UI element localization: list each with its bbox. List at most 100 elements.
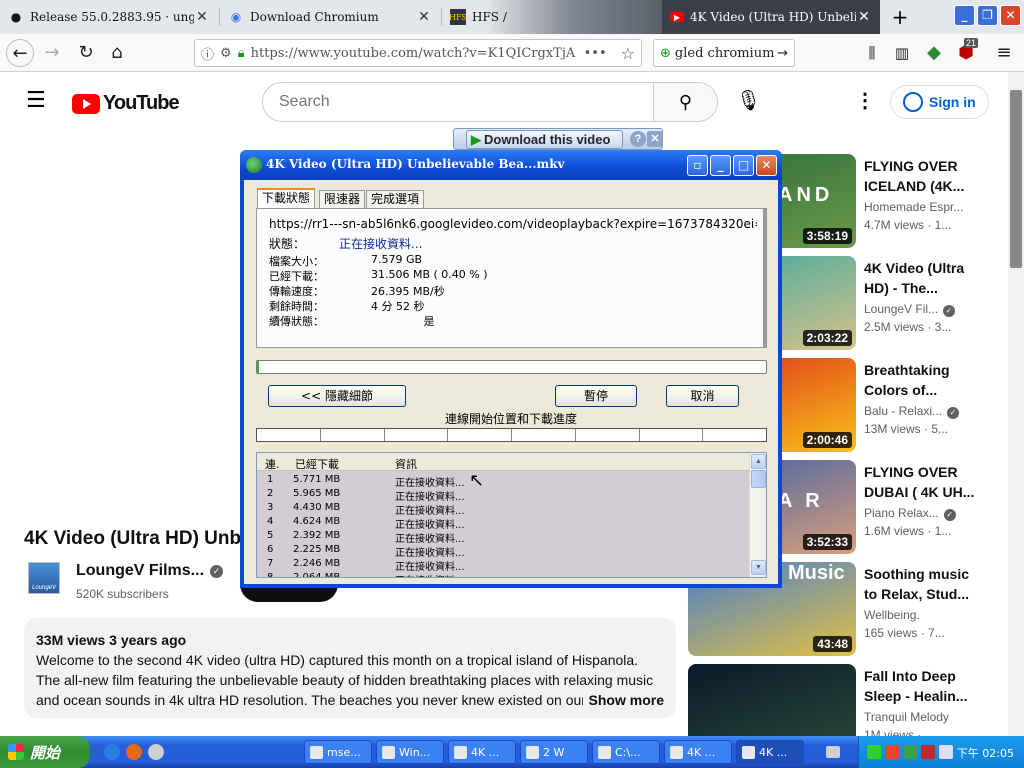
connection-row[interactable]: 3 4.430 MB 正在接收資料... bbox=[257, 501, 750, 517]
connection-row[interactable]: 8 2.064 MB 正在接收資料... bbox=[257, 571, 750, 577]
tab-speed-limiter[interactable]: 限速器 bbox=[319, 190, 366, 208]
sidebar-icon[interactable]: ▥ bbox=[888, 39, 916, 67]
taskbar-task-button[interactable]: 4K ... bbox=[664, 740, 732, 764]
more-options-icon[interactable]: ⋮ bbox=[855, 88, 875, 113]
taskbar-task-button[interactable]: 4K ... bbox=[448, 740, 516, 764]
minimize-button[interactable]: _ bbox=[954, 5, 975, 26]
info-icon[interactable]: ⓘ bbox=[201, 44, 214, 63]
related-video-channel[interactable]: Balu - Relaxi... bbox=[864, 404, 942, 418]
tab-download-status[interactable]: 下載狀態 bbox=[257, 188, 316, 208]
related-video-title[interactable]: 4K Video (Ultra HD) - The... bbox=[864, 258, 976, 298]
connection-row[interactable]: 1 5.771 MB 正在接收資料... bbox=[257, 473, 750, 489]
tab-hfs[interactable]: HFS HFS / bbox=[442, 0, 662, 34]
ie-icon[interactable] bbox=[104, 744, 120, 760]
home-button[interactable]: ⌂ bbox=[103, 39, 131, 67]
scroll-down-arrow-icon[interactable]: ▼ bbox=[751, 560, 766, 575]
tab-completion-options[interactable]: 完成選項 bbox=[366, 190, 425, 208]
search-icon[interactable]: ⚲ bbox=[653, 83, 717, 121]
new-tab-button[interactable]: + bbox=[888, 5, 912, 29]
taskbar-task-button[interactable]: Win... bbox=[376, 740, 444, 764]
connection-row[interactable]: 2 5.965 MB 正在接收資料... bbox=[257, 487, 750, 503]
tray-network-icon[interactable] bbox=[867, 745, 881, 759]
pause-button[interactable]: 暫停 bbox=[555, 385, 637, 407]
related-video-channel[interactable]: Tranquil Melody bbox=[864, 710, 949, 724]
forward-button[interactable]: → bbox=[38, 39, 66, 67]
menu-icon[interactable]: ≡ bbox=[990, 39, 1018, 67]
connection-row[interactable]: 5 2.392 MB 正在接收資料... bbox=[257, 529, 750, 545]
list-scrollbar[interactable]: ▲ ▼ bbox=[749, 453, 766, 577]
list-scroll-thumb[interactable] bbox=[751, 470, 766, 488]
tray-volume-icon[interactable] bbox=[939, 745, 953, 759]
connection-row[interactable]: 7 2.246 MB 正在接收資料... bbox=[257, 557, 750, 573]
related-video-title[interactable]: Breathtaking Colors of... bbox=[864, 360, 976, 400]
back-button[interactable]: ← bbox=[6, 39, 34, 67]
close-window-button[interactable]: ✕ bbox=[1000, 5, 1021, 26]
youtube-search-input[interactable] bbox=[279, 93, 649, 111]
connection-row[interactable]: 4 4.624 MB 正在接收資料... bbox=[257, 515, 750, 531]
close-icon[interactable]: ✕ bbox=[194, 9, 210, 25]
url-text[interactable]: https://www.youtube.com/watch?v=K1QICrgx… bbox=[251, 46, 578, 61]
description-box[interactable]: 33M views 3 years ago Welcome to the sec… bbox=[24, 618, 676, 718]
window-title-bar[interactable]: 4K Video (Ultra HD) Unbelievable Bea...m… bbox=[240, 150, 782, 180]
taskbar-task-button[interactable]: mse... bbox=[304, 740, 372, 764]
more-actions-icon[interactable]: ••• bbox=[584, 46, 607, 61]
restore-button[interactable]: ❐ bbox=[977, 5, 998, 26]
connections-list[interactable]: 連. 已經下載 資訊 1 5.771 MB 正在接收資料... 2 5.965 MB 正在… bbox=[256, 452, 767, 578]
minimize-button[interactable]: _ bbox=[710, 155, 731, 176]
start-button[interactable]: 開始 bbox=[0, 736, 90, 768]
channel-avatar[interactable]: LoungeV bbox=[28, 562, 60, 594]
firefox-icon[interactable] bbox=[126, 744, 142, 760]
reload-button[interactable]: ↻ bbox=[72, 39, 100, 67]
show-more-button[interactable]: Show more bbox=[582, 690, 664, 710]
connection-row[interactable]: 6 2.225 MB 正在接收資料... bbox=[257, 543, 750, 559]
close-button[interactable]: ✕ bbox=[756, 155, 777, 176]
extension-icon[interactable]: ◆ bbox=[920, 39, 948, 67]
column-header-connection[interactable]: 連. bbox=[265, 456, 280, 472]
related-video-channel[interactable]: LoungeV Fil... bbox=[864, 302, 938, 316]
cancel-button[interactable]: 取消 bbox=[666, 385, 739, 407]
related-video-title[interactable]: FLYING OVER DUBAI ( 4K UH... bbox=[864, 462, 976, 502]
tray-app-icon[interactable] bbox=[885, 745, 899, 759]
channel-name[interactable]: LoungeV Films... bbox=[76, 562, 204, 580]
taskbar-task-button[interactable]: C:\... bbox=[592, 740, 660, 764]
bookmark-star-icon[interactable]: ☆ bbox=[621, 44, 635, 63]
scroll-up-arrow-icon[interactable]: ▲ bbox=[751, 454, 766, 469]
keyboard-icon[interactable] bbox=[826, 746, 840, 758]
tab-github-release[interactable]: ● Release 55.0.2883.95 · ungoogled ✕ bbox=[0, 0, 218, 34]
sign-in-button[interactable]: Sign in bbox=[890, 85, 989, 119]
tab-youtube-active[interactable]: ▶ 4K Video (Ultra HD) Unbelievable ✕ bbox=[662, 0, 880, 34]
taskbar-task-button[interactable]: 4K ... bbox=[736, 740, 804, 764]
tray-shield-icon[interactable] bbox=[921, 745, 935, 759]
tray-globe-icon[interactable] bbox=[903, 745, 917, 759]
tab-download-chromium[interactable]: ◉ Download Chromium ✕ bbox=[220, 0, 440, 34]
maximize-button[interactable]: □ bbox=[733, 155, 754, 176]
search-field[interactable]: ⊕ gled chromium → bbox=[653, 39, 795, 67]
related-video-title[interactable]: FLYING OVER ICELAND (4K... bbox=[864, 156, 976, 196]
lock-icon[interactable]: 🔒︎ bbox=[238, 46, 245, 61]
close-icon[interactable]: ✕ bbox=[416, 9, 432, 25]
download-video-button[interactable]: ▶ Download this video bbox=[466, 130, 624, 149]
column-header-info[interactable]: 資訊 bbox=[395, 456, 417, 472]
related-video-channel[interactable]: Homemade Espr... bbox=[864, 200, 963, 214]
related-video-title[interactable]: Fall Into Deep Sleep - Healin... bbox=[864, 666, 976, 706]
youtube-search-box[interactable]: ⚲ bbox=[262, 82, 718, 122]
hamburger-menu-icon[interactable]: ☰ bbox=[26, 90, 46, 112]
related-video-title[interactable]: Soothing music to Relax, Stud... bbox=[864, 564, 976, 604]
hide-details-button[interactable]: << 隱藏細節 bbox=[268, 385, 406, 407]
close-icon[interactable]: ✕ bbox=[856, 9, 872, 25]
scrollbar-thumb[interactable] bbox=[1010, 90, 1022, 268]
help-icon[interactable]: ? bbox=[630, 131, 646, 147]
quicklaunch-icon[interactable] bbox=[148, 744, 164, 760]
microphone-icon[interactable]: 🎙︎ bbox=[736, 88, 761, 113]
tray-button[interactable]: ▫ bbox=[687, 155, 708, 176]
library-icon[interactable]: ⫼ bbox=[858, 39, 886, 67]
go-arrow-icon[interactable]: → bbox=[777, 46, 788, 61]
related-video-channel[interactable]: Wellbeing. bbox=[864, 608, 920, 622]
youtube-logo[interactable]: YouTube bbox=[72, 92, 180, 115]
close-overlay-icon[interactable]: ✕ bbox=[647, 131, 663, 147]
column-header-downloaded[interactable]: 已經下載 bbox=[295, 456, 339, 472]
url-bar[interactable]: ⓘ ⚙ 🔒︎ https://www.youtube.com/watch?v=K… bbox=[194, 39, 642, 67]
permissions-icon[interactable]: ⚙ bbox=[220, 46, 232, 61]
taskbar-task-button[interactable]: 2 W bbox=[520, 740, 588, 764]
related-video-channel[interactable]: Piano Relax... bbox=[864, 506, 939, 520]
